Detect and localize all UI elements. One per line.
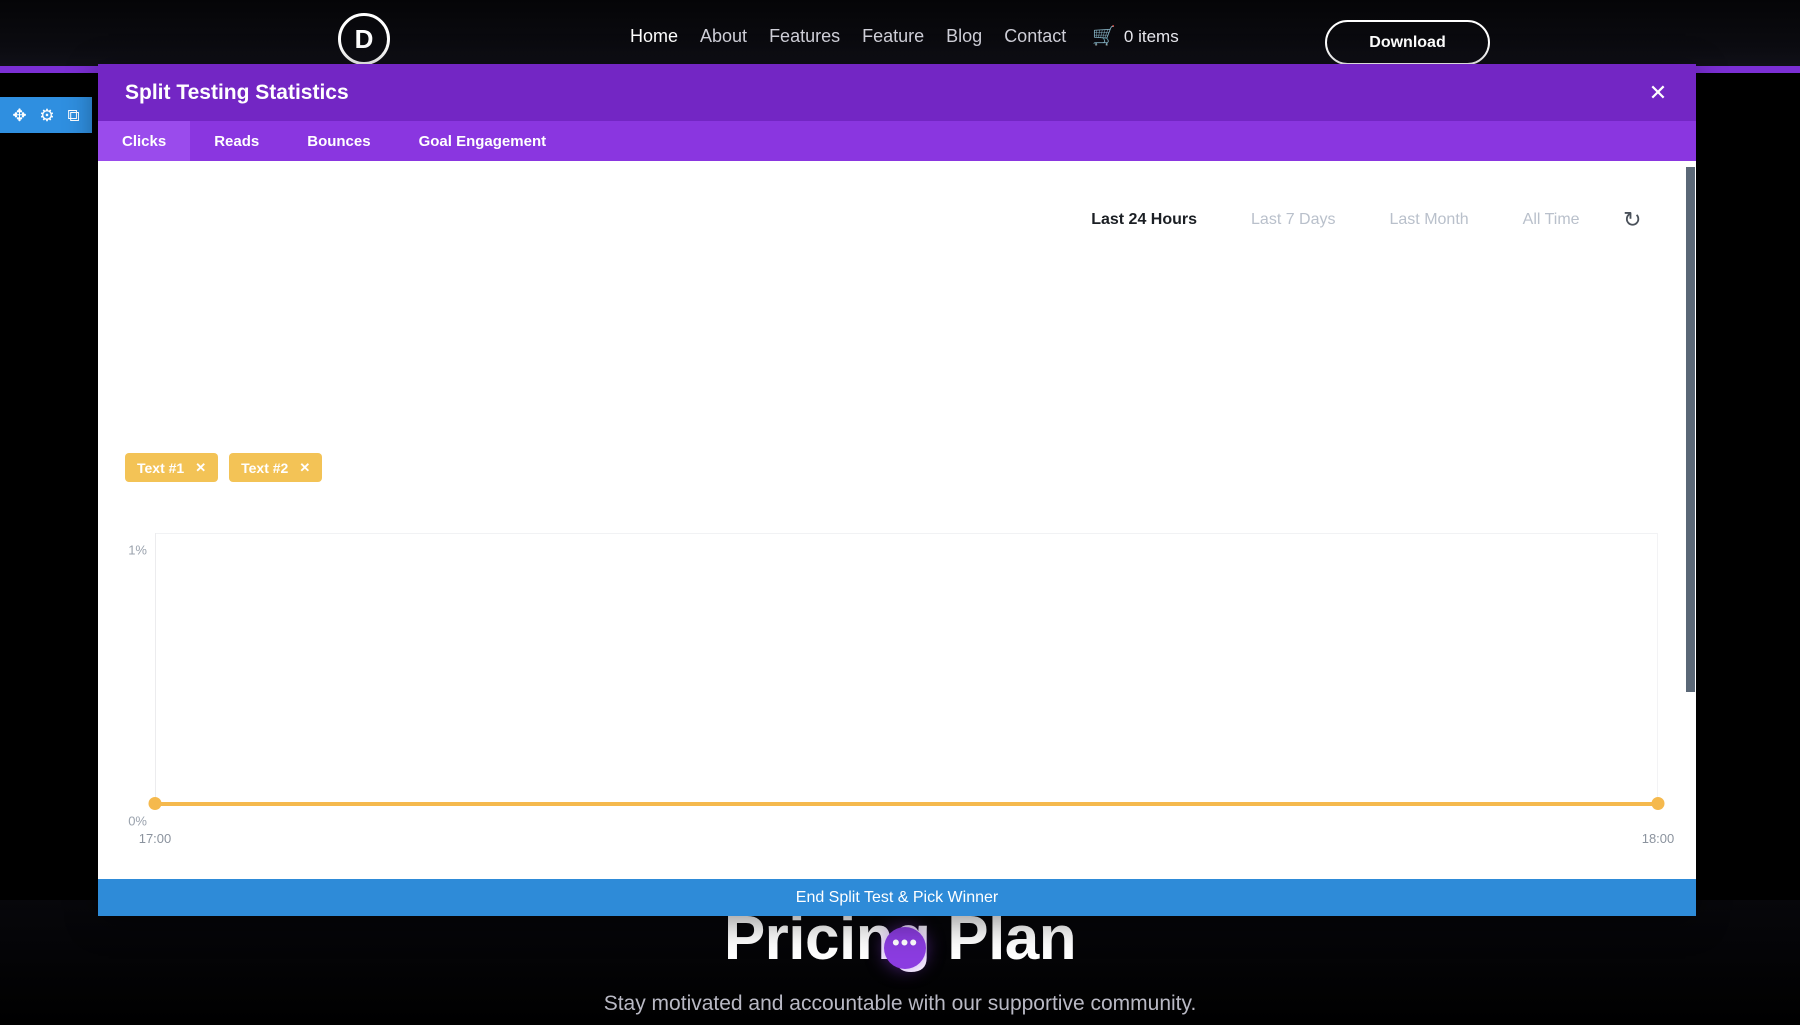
cart-link[interactable]: 🛒 0 items — [1092, 27, 1178, 47]
duplicate-icon[interactable]: ⧉ — [67, 107, 79, 124]
tab-clicks[interactable]: Clicks — [98, 121, 191, 161]
nav-item-contact[interactable]: Contact — [1004, 26, 1066, 47]
y-axis-tick-1: 1% — [128, 542, 147, 558]
tab-reads-label: Reads — [214, 132, 260, 150]
nav-item-home[interactable]: Home — [630, 26, 678, 47]
main-navigation: Home About Features Feature Blog Contact… — [630, 26, 1179, 47]
gear-icon[interactable]: ⚙ — [39, 107, 54, 124]
range-last-month[interactable]: Last Month — [1363, 211, 1496, 229]
x-axis-tick-1700: 17:00 — [138, 831, 172, 846]
tab-goal-engagement-label: Goal Engagement — [418, 132, 547, 150]
legend-chip-text-1-remove-icon[interactable]: ✕ — [195, 461, 206, 474]
tab-goal-engagement[interactable]: Goal Engagement — [395, 121, 571, 161]
refresh-icon[interactable]: ↺ — [1623, 207, 1641, 232]
close-icon[interactable]: ✕ — [1645, 80, 1671, 106]
shopping-cart-icon: 🛒 — [1092, 26, 1116, 47]
move-icon[interactable]: ✥ — [12, 107, 26, 124]
download-button-label: Download — [1369, 33, 1446, 51]
download-button[interactable]: Download — [1325, 20, 1490, 65]
range-last-24-hours[interactable]: Last 24 Hours — [1064, 211, 1224, 229]
legend-chip-text-2-remove-icon[interactable]: ✕ — [299, 461, 310, 474]
data-point-1800[interactable] — [1651, 797, 1665, 810]
modal-titlebar: Split Testing Statistics ✕ — [98, 64, 1696, 121]
end-split-test-button-label: End Split Test & Pick Winner — [795, 888, 999, 906]
tab-clicks-label: Clicks — [122, 132, 167, 150]
clicks-line-chart: 1% 0% 17:00 18:00 — [125, 516, 1674, 846]
y-axis-tick-0: 0% — [128, 813, 147, 829]
tab-bounces-label: Bounces — [307, 132, 371, 150]
time-range-selector: Last 24 Hours Last 7 Days Last Month All… — [1064, 207, 1641, 232]
chart-plot-area: 1% 0% 17:00 18:00 — [128, 533, 1674, 846]
cart-items-count: 0 items — [1123, 26, 1179, 46]
range-all-time[interactable]: All Time — [1496, 211, 1607, 229]
divi-logo[interactable]: D — [338, 13, 390, 65]
legend-chip-text-2-label: Text #2 — [241, 459, 289, 476]
legend-chip-text-1[interactable]: Text #1 ✕ — [125, 453, 219, 482]
modal-tab-bar: Clicks Reads Bounces Goal Engagement — [98, 121, 1696, 161]
divi-edit-toolbar: ✥ ⚙ ⧉ — [0, 97, 92, 133]
nav-item-about[interactable]: About — [700, 26, 747, 47]
chart-legend: Text #1 ✕ Text #2 ✕ — [125, 453, 323, 482]
x-axis-tick-1800: 18:00 — [1641, 831, 1675, 846]
pricing-subtitle: Stay motivated and accountable with our … — [603, 992, 1197, 1015]
chart-right-edge-line — [1657, 533, 1658, 804]
legend-chip-text-1-label: Text #1 — [137, 459, 185, 476]
series-line-text-1 — [155, 802, 1658, 806]
end-split-test-button[interactable]: End Split Test & Pick Winner — [98, 879, 1696, 916]
nav-item-feature[interactable]: Feature — [862, 26, 924, 47]
modal-body: Last 24 Hours Last 7 Days Last Month All… — [98, 161, 1696, 916]
modal-scrollbar[interactable] — [1685, 161, 1696, 916]
range-last-7-days[interactable]: Last 7 Days — [1224, 211, 1362, 229]
legend-chip-text-2[interactable]: Text #2 ✕ — [229, 453, 323, 482]
nav-item-features[interactable]: Features — [769, 26, 840, 47]
nav-item-blog[interactable]: Blog — [946, 26, 982, 47]
y-axis-line — [155, 533, 156, 804]
data-point-1700[interactable] — [148, 797, 162, 810]
logo-letter: D — [354, 24, 374, 54]
modal-scrollbar-thumb[interactable] — [1686, 167, 1695, 692]
split-testing-statistics-modal: Split Testing Statistics ✕ Clicks Reads … — [98, 64, 1696, 916]
tab-bounces[interactable]: Bounces — [283, 121, 394, 161]
site-header: D Home About Features Feature Blog Conta… — [0, 0, 1800, 66]
modal-title: Split Testing Statistics — [125, 80, 349, 104]
ellipsis-icon: ••• — [891, 930, 919, 955]
gridline-top — [155, 533, 1658, 534]
floating-action-button[interactable]: ••• — [884, 927, 926, 969]
tab-reads[interactable]: Reads — [190, 121, 283, 161]
